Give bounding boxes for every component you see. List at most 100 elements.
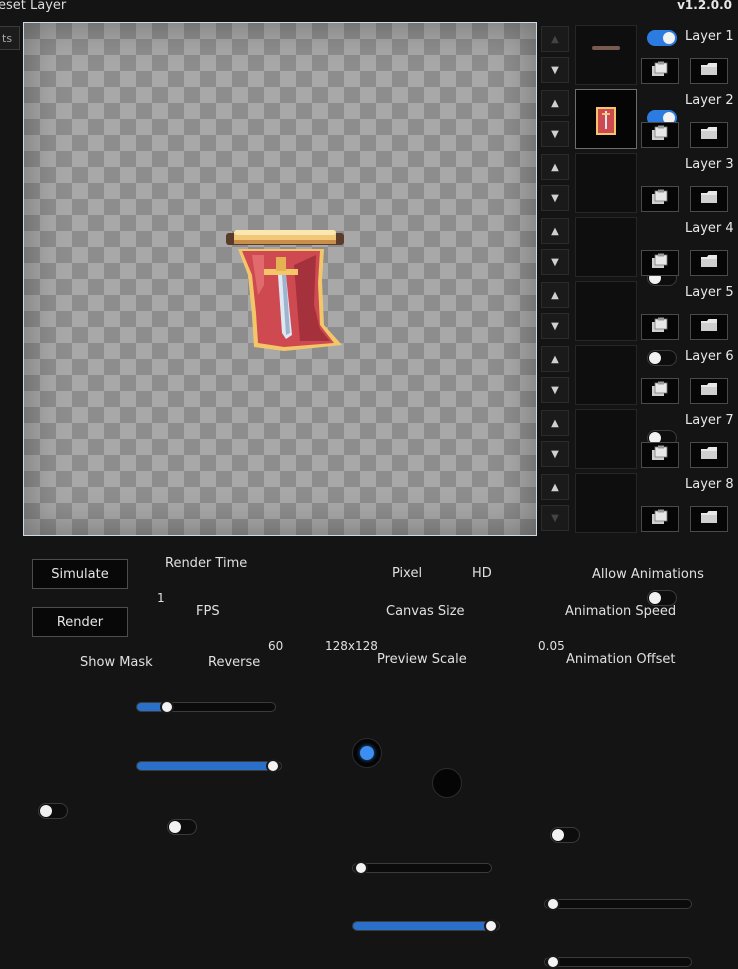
- open-layer-button[interactable]: [690, 314, 728, 340]
- open-layer-button[interactable]: [690, 186, 728, 212]
- canvas-size-slider[interactable]: [352, 861, 492, 875]
- animation-offset-label: Animation Offset: [566, 652, 676, 667]
- layer-thumbnail[interactable]: [575, 25, 637, 85]
- move-layer-down-button[interactable]: ▼: [541, 249, 569, 275]
- fps-slider[interactable]: [136, 759, 282, 773]
- paste-layer-button[interactable]: [641, 122, 679, 148]
- folder-icon: [700, 190, 718, 208]
- open-layer-button[interactable]: [690, 506, 728, 532]
- folder-icon: [700, 254, 718, 272]
- layer-thumbnail[interactable]: [575, 217, 637, 277]
- triangle-down-icon: ▼: [551, 256, 559, 268]
- animation-speed-slider[interactable]: [544, 897, 692, 911]
- move-layer-down-button[interactable]: ▼: [541, 121, 569, 147]
- paste-layer-button[interactable]: [641, 186, 679, 212]
- layer-label: Layer 6: [685, 349, 734, 364]
- move-layer-up-button[interactable]: ▲: [541, 154, 569, 180]
- move-layer-down-button[interactable]: ▼: [541, 57, 569, 83]
- move-layer-up-button[interactable]: ▲: [541, 282, 569, 308]
- folder-icon: [700, 446, 718, 464]
- move-layer-up-button[interactable]: ▲: [541, 474, 569, 500]
- triangle-up-icon: ▲: [551, 97, 559, 109]
- clipboard-icon: [651, 381, 669, 401]
- paste-layer-button[interactable]: [641, 442, 679, 468]
- triangle-up-icon: ▲: [551, 481, 559, 493]
- canvas-preview[interactable]: [23, 22, 537, 536]
- version-label: v1.2.0.0: [677, 0, 732, 12]
- fps-label: FPS: [196, 604, 220, 619]
- reverse-toggle[interactable]: [167, 819, 197, 835]
- canvas-size-label: Canvas Size: [386, 604, 465, 619]
- triangle-up-icon: ▲: [551, 225, 559, 237]
- show-mask-knob: [40, 805, 52, 817]
- layer-label: Layer 4: [685, 221, 734, 236]
- layer-label: Layer 2: [685, 93, 734, 108]
- open-layer-button[interactable]: [690, 378, 728, 404]
- pixel-label: Pixel: [392, 566, 423, 581]
- show-mask-toggle[interactable]: [38, 803, 68, 819]
- triangle-down-icon: ▼: [551, 64, 559, 76]
- layer-thumbnail[interactable]: [575, 89, 637, 149]
- reverse-knob: [169, 821, 181, 833]
- clipboard-icon: [651, 189, 669, 209]
- layer-thumbnail[interactable]: [575, 345, 637, 405]
- open-layer-button[interactable]: [690, 58, 728, 84]
- move-layer-up-button[interactable]: ▲: [541, 346, 569, 372]
- render-button[interactable]: Render: [32, 607, 128, 637]
- hd-label: HD: [472, 566, 492, 581]
- layer-thumbnail[interactable]: [575, 153, 637, 213]
- fps-fill: [137, 762, 273, 770]
- canvas-size-knob[interactable]: [354, 861, 368, 875]
- move-layer-down-button[interactable]: ▼: [541, 377, 569, 403]
- fps-knob[interactable]: [266, 759, 280, 773]
- move-layer-down-button[interactable]: ▼: [541, 505, 569, 531]
- layer-thumbnail[interactable]: [575, 409, 637, 469]
- folder-icon: [700, 318, 718, 336]
- open-layer-button[interactable]: [690, 122, 728, 148]
- layer-label: Layer 8: [685, 477, 734, 492]
- fps-value: 60: [268, 639, 284, 653]
- allow-animations-knob: [552, 829, 564, 841]
- animation-speed-value: 0.05: [538, 639, 565, 653]
- layer-visibility-toggle[interactable]: [647, 30, 677, 46]
- render-time-slider[interactable]: [136, 700, 276, 714]
- triangle-up-icon: ▲: [551, 161, 559, 173]
- preview-scale-knob[interactable]: [484, 919, 498, 933]
- allow-animations-toggle[interactable]: [550, 827, 580, 843]
- layer-thumbnail[interactable]: [575, 473, 637, 533]
- show-mask-label: Show Mask: [80, 655, 153, 670]
- animation-speed-label: Animation Speed: [565, 604, 677, 619]
- move-layer-up-button[interactable]: ▲: [541, 90, 569, 116]
- move-layer-up-button[interactable]: ▲: [541, 26, 569, 52]
- move-layer-up-button[interactable]: ▲: [541, 218, 569, 244]
- paste-layer-button[interactable]: [641, 250, 679, 276]
- pixel-radio[interactable]: [352, 738, 382, 768]
- layer-visibility-toggle[interactable]: [647, 350, 677, 366]
- side-tab[interactable]: ts: [0, 26, 20, 50]
- open-layer-button[interactable]: [690, 442, 728, 468]
- paste-layer-button[interactable]: [641, 58, 679, 84]
- triangle-down-icon: ▼: [551, 512, 559, 524]
- folder-icon: [700, 62, 718, 80]
- layer-thumbnail[interactable]: [575, 281, 637, 341]
- simulate-button[interactable]: Simulate: [32, 559, 128, 589]
- paste-layer-button[interactable]: [641, 314, 679, 340]
- move-layer-down-button[interactable]: ▼: [541, 313, 569, 339]
- animation-offset-slider[interactable]: [544, 955, 692, 969]
- move-layer-down-button[interactable]: ▼: [541, 441, 569, 467]
- render-time-value: 1: [157, 591, 165, 605]
- triangle-up-icon: ▲: [551, 353, 559, 365]
- move-layer-down-button[interactable]: ▼: [541, 185, 569, 211]
- animation-offset-knob[interactable]: [546, 955, 560, 969]
- render-time-knob[interactable]: [159, 700, 174, 714]
- open-layer-button[interactable]: [690, 250, 728, 276]
- clipboard-icon: [651, 61, 669, 81]
- move-layer-up-button[interactable]: ▲: [541, 410, 569, 436]
- layer-thumb-image: [592, 46, 620, 50]
- animation-speed-knob[interactable]: [546, 897, 560, 911]
- paste-layer-button[interactable]: [641, 378, 679, 404]
- triangle-up-icon: ▲: [551, 417, 559, 429]
- paste-layer-button[interactable]: [641, 506, 679, 532]
- preview-scale-slider[interactable]: [352, 919, 500, 933]
- hd-radio[interactable]: [432, 768, 462, 798]
